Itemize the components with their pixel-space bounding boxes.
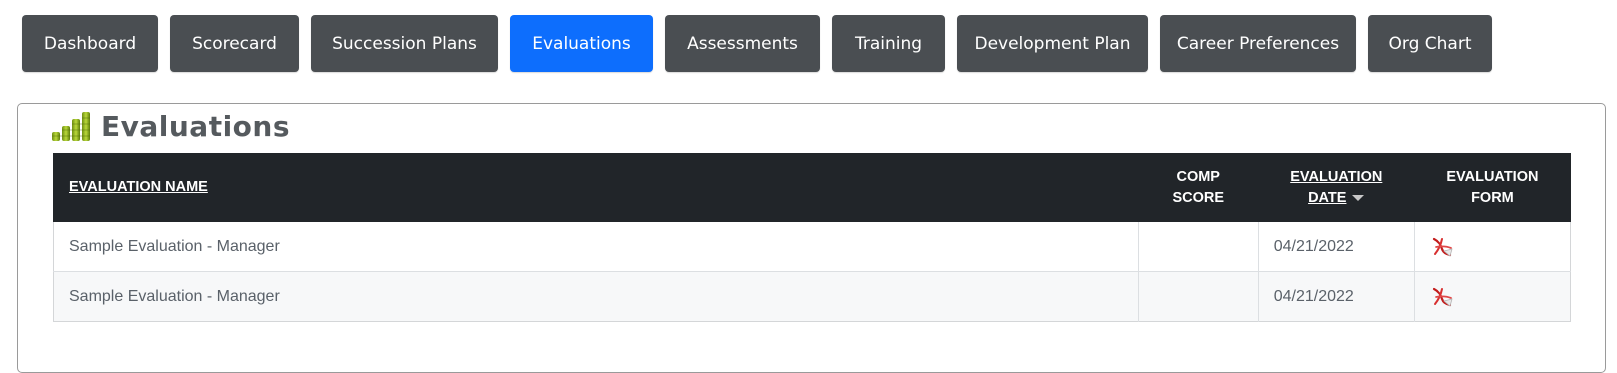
tab-career-preferences[interactable]: Career Preferences (1160, 15, 1356, 72)
evaluation-name-cell: Sample Evaluation - Manager (53, 271, 1139, 322)
pdf-icon[interactable] (1430, 235, 1454, 259)
sort-link-evaluation-date[interactable]: EVALUATION (1290, 169, 1382, 185)
column-header-comp-score: COMP SCORE (1137, 153, 1259, 222)
evaluation-form-cell (1413, 221, 1571, 272)
column-header-evaluation-name[interactable]: EVALUATION NAME (53, 153, 1139, 222)
evaluation-name-cell: Sample Evaluation - Manager (53, 221, 1139, 272)
comp-score-header-line1: COMP (1176, 168, 1220, 185)
form-header-line1: EVALUATION (1446, 168, 1539, 185)
panel-header: Evaluations (51, 108, 290, 144)
sort-descending-icon (1352, 194, 1365, 201)
form-header-line2: FORM (1471, 189, 1514, 206)
evaluations-panel: Evaluations EVALUATION NAME COMP SCORE E… (17, 103, 1606, 373)
comp-score-header-line2: SCORE (1172, 189, 1225, 206)
evaluation-date-cell: 04/21/2022 (1257, 221, 1415, 272)
evaluations-table: EVALUATION NAME COMP SCORE EVALUATION DA… (53, 153, 1572, 322)
sort-link-evaluation-name[interactable]: EVALUATION NAME (69, 179, 208, 195)
column-header-evaluation-form: EVALUATION FORM (1413, 153, 1572, 222)
tab-assessments[interactable]: Assessments (665, 15, 820, 72)
evaluation-date-cell: 04/21/2022 (1257, 271, 1415, 322)
tab-succession-plans[interactable]: Succession Plans (311, 15, 498, 72)
evaluation-form-cell (1413, 271, 1571, 322)
tab-org-chart[interactable]: Org Chart (1368, 15, 1492, 72)
tab-development-plan[interactable]: Development Plan (957, 15, 1148, 72)
sort-link-evaluation-date-line2[interactable]: DATE (1308, 190, 1346, 206)
tab-evaluations[interactable]: Evaluations (510, 15, 653, 72)
table-row: Sample Evaluation - Manager 04/21/2022 (53, 221, 1571, 272)
column-header-evaluation-date[interactable]: EVALUATION DATE (1257, 153, 1415, 222)
pdf-icon[interactable] (1430, 285, 1454, 309)
tab-training[interactable]: Training (832, 15, 945, 72)
tab-dashboard[interactable]: Dashboard (22, 15, 158, 72)
table-row: Sample Evaluation - Manager 04/21/2022 (53, 271, 1571, 322)
tab-bar: Dashboard Scorecard Succession Plans Eva… (22, 15, 1492, 72)
tab-scorecard[interactable]: Scorecard (170, 15, 299, 72)
page-title: Evaluations (101, 109, 291, 143)
comp-score-cell (1137, 271, 1259, 322)
comp-score-cell (1137, 221, 1259, 272)
table-header-row: EVALUATION NAME COMP SCORE EVALUATION DA… (53, 153, 1572, 222)
bar-chart-icon (52, 112, 90, 141)
